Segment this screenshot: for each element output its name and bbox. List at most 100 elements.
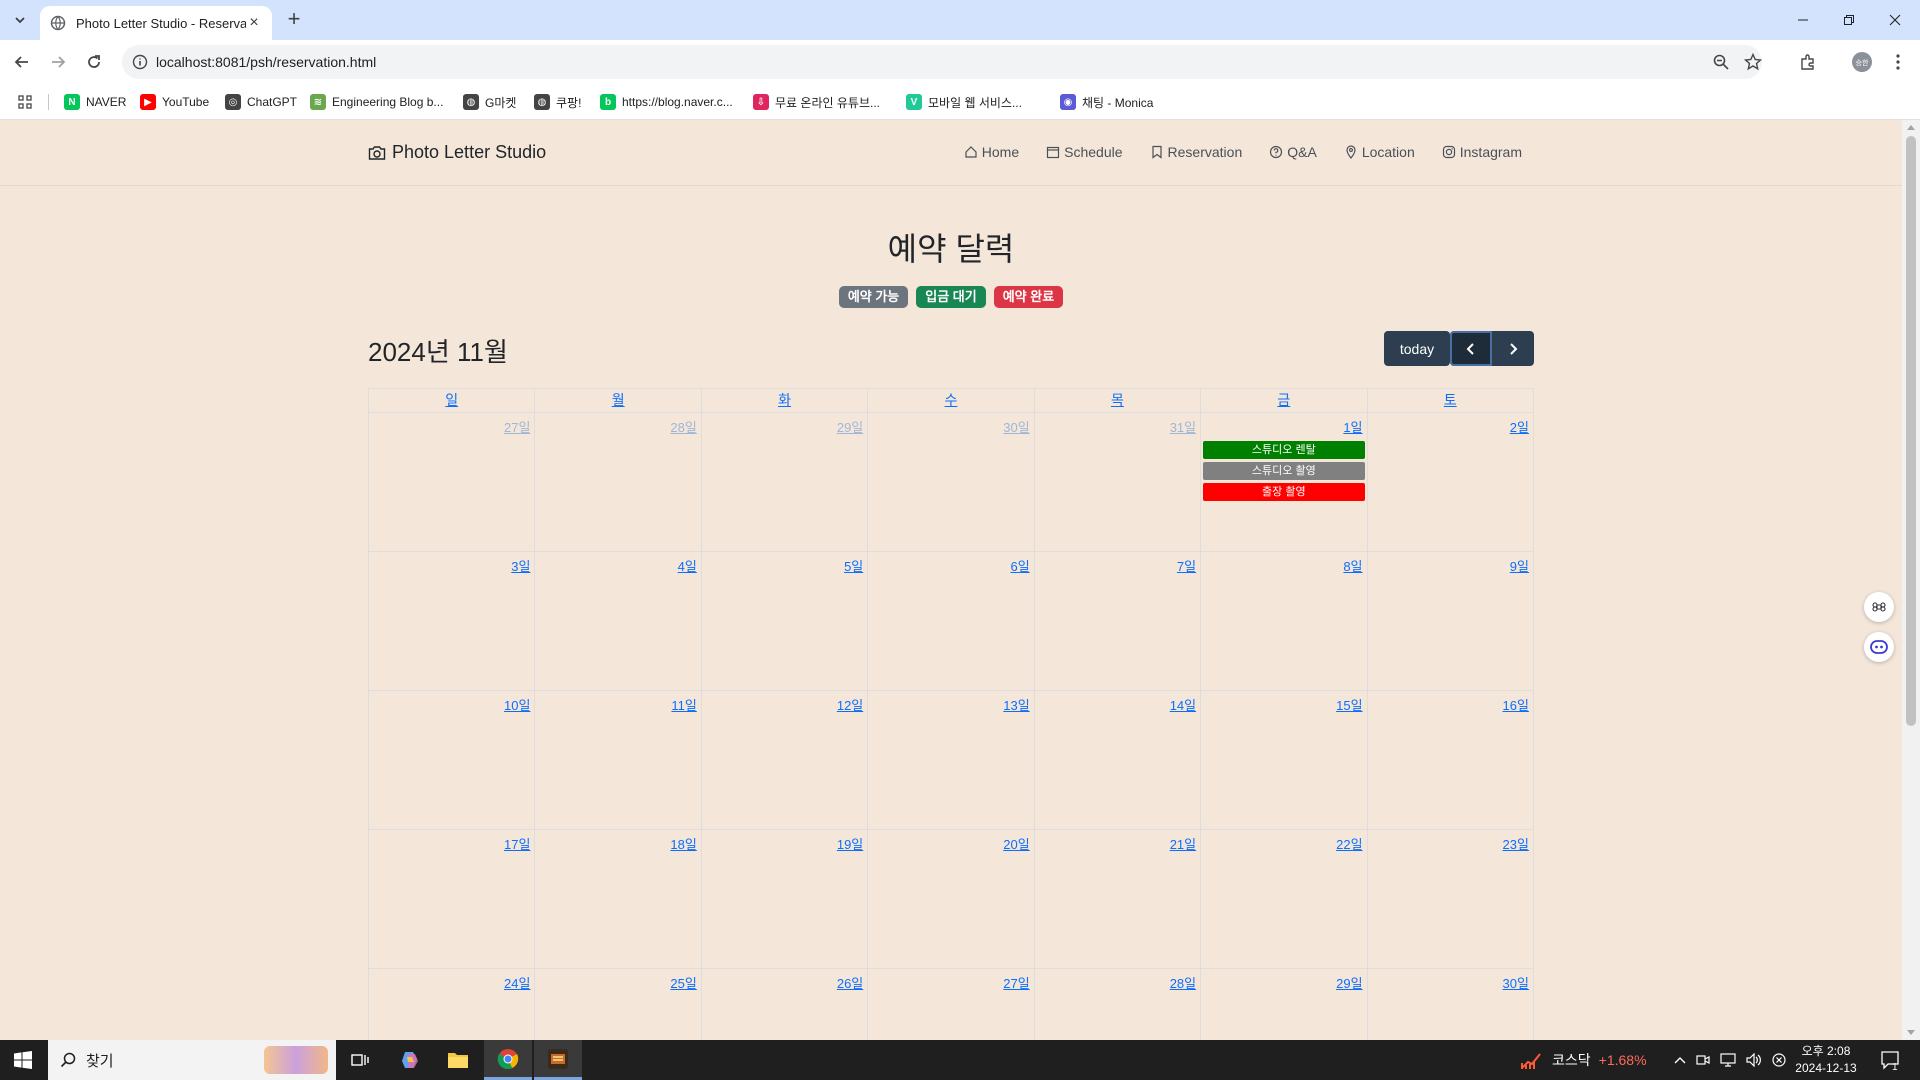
day-number-link[interactable]: 15일: [1336, 695, 1362, 714]
day-number-link[interactable]: 11일: [671, 695, 696, 714]
day-number-link[interactable]: 12일: [837, 695, 863, 714]
bookmark-item[interactable]: ▶ YouTube: [140, 93, 209, 111]
taskbar-search-box[interactable]: 찾기: [48, 1040, 336, 1080]
day-number-link[interactable]: 31일: [1170, 417, 1196, 436]
task-view-icon[interactable]: [336, 1040, 384, 1080]
site-info-icon[interactable]: [132, 54, 148, 70]
day-number-link[interactable]: 23일: [1503, 834, 1529, 853]
day-number-link[interactable]: 22일: [1336, 834, 1362, 853]
bookmark-item[interactable]: ◎ ChatGPT: [225, 93, 297, 111]
day-number-link[interactable]: 18일: [670, 834, 696, 853]
day-cell[interactable]: 28일: [535, 413, 702, 552]
day-number-link[interactable]: 27일: [1003, 973, 1029, 992]
day-number-link[interactable]: 28일: [670, 417, 696, 436]
today-button[interactable]: today: [1384, 331, 1450, 366]
day-number-link[interactable]: 10일: [504, 695, 530, 714]
day-number-link[interactable]: 26일: [837, 973, 863, 992]
nav-location[interactable]: Location: [1344, 144, 1415, 160]
day-cell[interactable]: 20일: [868, 830, 1035, 969]
bookmark-item[interactable]: N NAVER: [64, 93, 126, 111]
day-cell[interactable]: 10일: [369, 691, 536, 830]
day-number-link[interactable]: 20일: [1003, 834, 1029, 853]
day-cell[interactable]: 21일: [1034, 830, 1202, 969]
back-arrow-icon[interactable]: [10, 50, 34, 74]
close-window-button[interactable]: [1872, 0, 1918, 40]
day-number-link[interactable]: 21일: [1170, 834, 1196, 853]
day-number-link[interactable]: 27일: [504, 417, 530, 436]
scroll-down-arrow-icon[interactable]: [1907, 1030, 1915, 1035]
day-cell[interactable]: 29일: [701, 413, 869, 552]
camera-tray-icon[interactable]: [1696, 1053, 1710, 1067]
day-cell[interactable]: 23일: [1367, 830, 1534, 969]
copilot-icon[interactable]: [386, 1040, 434, 1080]
day-cell[interactable]: 25일: [535, 969, 702, 1040]
game-app-icon[interactable]: [534, 1040, 582, 1080]
bookmark-star-icon[interactable]: [1744, 53, 1762, 71]
day-cell[interactable]: 27일: [369, 413, 536, 552]
day-cell[interactable]: 3일: [369, 552, 536, 691]
day-number-link[interactable]: 25일: [670, 973, 696, 992]
weekday-link[interactable]: 수: [945, 392, 958, 408]
day-cell[interactable]: 7일: [1034, 552, 1202, 691]
day-cell[interactable]: 4일: [535, 552, 702, 691]
site-brand[interactable]: Photo Letter Studio: [368, 142, 546, 163]
day-cell[interactable]: 1일 스튜디오 렌탈 스튜디오 촬영 출장 촬영: [1201, 413, 1368, 552]
next-month-button[interactable]: [1492, 331, 1534, 366]
day-number-link[interactable]: 8일: [1343, 556, 1362, 575]
day-cell[interactable]: 24일: [369, 969, 536, 1040]
day-cell[interactable]: 8일: [1201, 552, 1368, 691]
day-cell[interactable]: 5일: [701, 552, 869, 691]
weekday-link[interactable]: 목: [1111, 392, 1124, 408]
day-cell[interactable]: 13일: [868, 691, 1035, 830]
prev-month-button[interactable]: [1450, 331, 1492, 366]
day-cell[interactable]: 26일: [702, 969, 869, 1040]
day-cell[interactable]: 16일: [1367, 691, 1534, 830]
extensions-icon[interactable]: [1796, 50, 1820, 74]
day-cell[interactable]: 28일: [1035, 969, 1202, 1040]
bookmark-item[interactable]: ≋ Engineering Blog b...: [310, 93, 443, 111]
day-cell[interactable]: 17일: [369, 830, 536, 969]
notification-center-icon[interactable]: 1: [1880, 1040, 1900, 1080]
nav-schedule[interactable]: Schedule: [1046, 144, 1123, 160]
restore-button[interactable]: [1826, 0, 1872, 40]
nav-reservation[interactable]: Reservation: [1150, 144, 1242, 160]
profile-avatar-icon[interactable]: 승한: [1850, 50, 1874, 74]
page-scrollbar[interactable]: [1902, 120, 1920, 1040]
calendar-event[interactable]: 출장 촬영: [1203, 483, 1365, 501]
day-number-link[interactable]: 14일: [1170, 695, 1196, 714]
chevron-up-icon[interactable]: [1674, 1055, 1686, 1065]
day-cell[interactable]: 2일: [1367, 413, 1534, 552]
day-number-link[interactable]: 30일: [1503, 973, 1529, 992]
day-number-link[interactable]: 17일: [504, 834, 530, 853]
day-cell[interactable]: 19일: [701, 830, 869, 969]
bookmark-item[interactable]: b https://blog.naver.c...: [600, 93, 733, 111]
day-number-link[interactable]: 1일: [1343, 417, 1362, 436]
bookmark-item[interactable]: V 모바일 웹 서비스...: [906, 93, 1022, 111]
system-clock[interactable]: 오후 2:08 2024-12-13: [1786, 1043, 1866, 1077]
bookmark-item[interactable]: ◉ 채팅 - Monica: [1060, 93, 1153, 111]
address-bar[interactable]: localhost:8081/psh/reservation.html: [122, 45, 1762, 79]
day-cell[interactable]: 30일: [868, 413, 1035, 552]
weekday-link[interactable]: 일: [445, 392, 458, 408]
command-shortcut-icon[interactable]: [1864, 592, 1894, 622]
day-number-link[interactable]: 6일: [1010, 556, 1029, 575]
day-cell[interactable]: 14일: [1034, 691, 1202, 830]
day-number-link[interactable]: 29일: [1336, 973, 1362, 992]
close-circle-icon[interactable]: [1772, 1053, 1786, 1067]
day-cell[interactable]: 27일: [868, 969, 1035, 1040]
day-number-link[interactable]: 28일: [1170, 973, 1196, 992]
day-cell[interactable]: 6일: [868, 552, 1035, 691]
apps-grid-icon[interactable]: [18, 93, 32, 111]
scrollbar-thumb[interactable]: [1906, 136, 1916, 726]
network-icon[interactable]: [1720, 1053, 1736, 1067]
day-cell[interactable]: 11일: [535, 691, 702, 830]
day-cell[interactable]: 18일: [535, 830, 702, 969]
kebab-menu-icon[interactable]: [1886, 50, 1910, 74]
windows-start-icon[interactable]: [0, 1040, 46, 1080]
day-number-link[interactable]: 3일: [511, 556, 530, 575]
day-number-link[interactable]: 13일: [1003, 695, 1029, 714]
day-number-link[interactable]: 2일: [1510, 417, 1529, 436]
tab-close-icon[interactable]: ×: [246, 14, 262, 32]
stock-widget[interactable]: 코스닥 +1.68%: [1520, 1040, 1647, 1080]
day-cell[interactable]: 29일: [1201, 969, 1368, 1040]
